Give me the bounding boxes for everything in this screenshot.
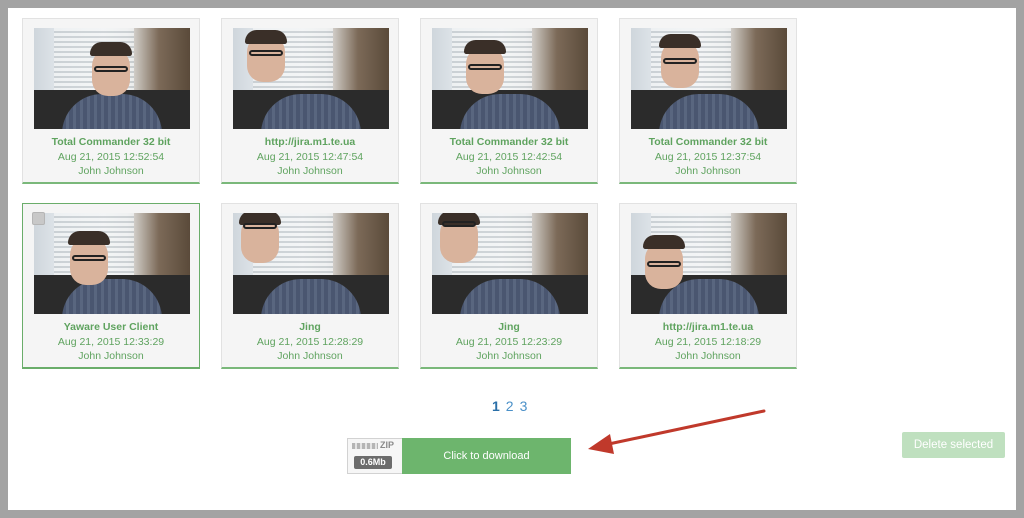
screenshot-panel: Total Commander 32 bit Aug 21, 2015 12:5… (8, 8, 1016, 510)
red-arrow-annotation (588, 409, 766, 454)
select-checkbox[interactable] (32, 212, 45, 225)
